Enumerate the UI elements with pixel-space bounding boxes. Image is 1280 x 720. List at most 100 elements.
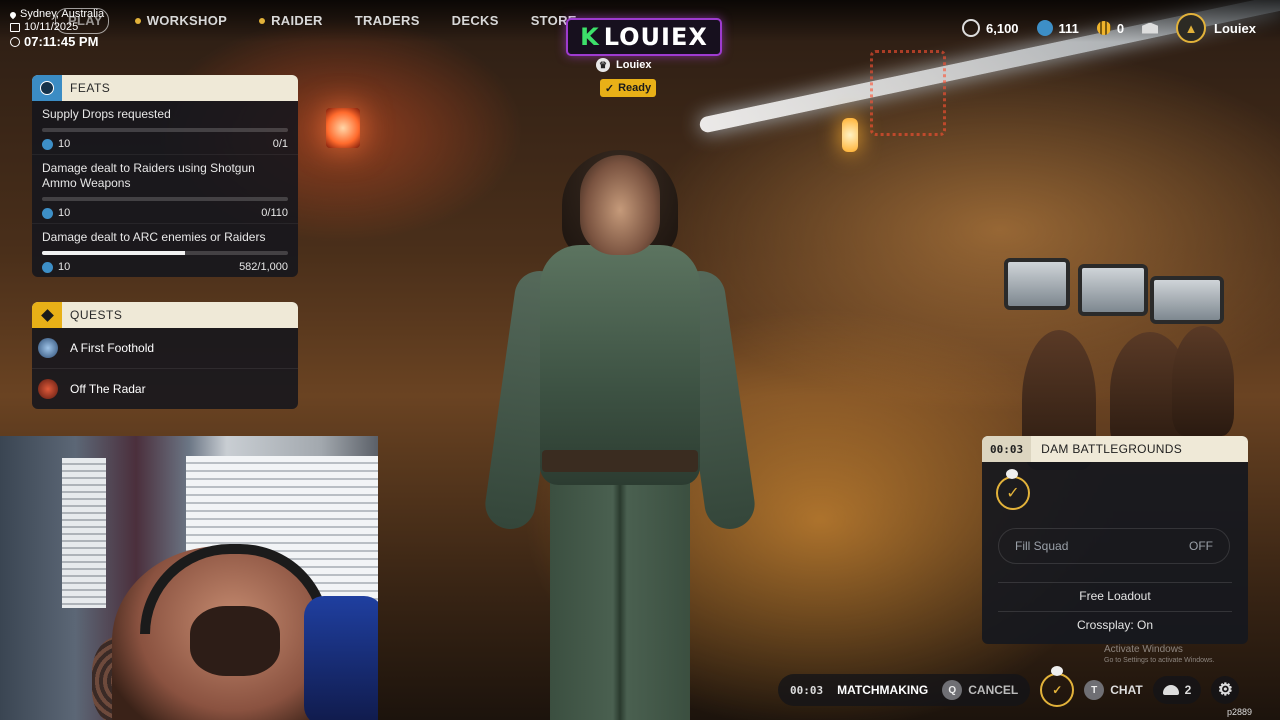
tokens-value: 111 bbox=[1058, 20, 1079, 36]
party-count: 2 bbox=[1184, 683, 1192, 697]
feat-progress: 0/1 bbox=[272, 138, 288, 150]
cancel-button[interactable]: Q CANCEL bbox=[942, 680, 1018, 700]
watermark-subtitle: Go to Settings to activate Windows. bbox=[1104, 657, 1215, 664]
token-icon bbox=[42, 261, 53, 273]
key-t-icon: T bbox=[1084, 680, 1105, 700]
squad-emblem-button[interactable]: ✓ bbox=[1040, 666, 1075, 707]
coin-icon bbox=[962, 19, 980, 37]
quest-name: Off The Radar bbox=[70, 382, 146, 396]
tokens-balance[interactable]: 111 bbox=[1036, 20, 1079, 36]
npc-figure bbox=[1172, 326, 1234, 436]
nav-play[interactable]: PLAY bbox=[68, 13, 103, 28]
bottom-bar: 00:03 MATCHMAKING Q CANCEL ✓ T CHAT 2 ⚙ bbox=[778, 666, 1252, 708]
chat-button[interactable]: T CHAT bbox=[1084, 680, 1143, 700]
crt-monitor bbox=[1004, 258, 1070, 310]
party-button[interactable]: 2 bbox=[1152, 676, 1202, 704]
nav-decks[interactable]: DECKS bbox=[452, 13, 499, 28]
currency-bar: 6,100 111 0 ▲ Louiex bbox=[962, 13, 1256, 43]
token-icon bbox=[1036, 20, 1053, 36]
build-number: p2889 bbox=[1227, 707, 1253, 717]
crown-icon: ♛ bbox=[596, 58, 610, 72]
feat-name: Damage dealt to ARC enemies or Raiders bbox=[42, 230, 266, 244]
feats-title: FEATS bbox=[70, 81, 111, 95]
divider bbox=[998, 611, 1232, 612]
crt-monitor bbox=[1078, 264, 1148, 316]
coins-balance[interactable]: 6,100 bbox=[962, 19, 1019, 37]
nav-traders[interactable]: TRADERS bbox=[355, 13, 420, 28]
main-nav: PLAY WORKSHOP RAIDER TRADERS DECKS STORE bbox=[68, 13, 577, 28]
quests-header: QUESTS bbox=[32, 302, 298, 328]
watermark-title: Activate Windows bbox=[1104, 644, 1183, 655]
ready-label: Ready bbox=[618, 82, 652, 94]
feat-reward: 10 bbox=[58, 261, 71, 273]
player-tag: ♛ Louiex bbox=[596, 58, 651, 72]
logo-text: LOUIEX bbox=[603, 23, 708, 51]
key-q-icon: Q bbox=[942, 680, 963, 700]
check-icon: ✓ bbox=[1052, 683, 1063, 697]
quest-item[interactable]: Off The Radar bbox=[32, 368, 298, 409]
mail-icon[interactable] bbox=[1142, 22, 1159, 34]
gear-icon[interactable]: ⚙ bbox=[1211, 676, 1240, 704]
notification-dot-icon bbox=[134, 17, 141, 24]
character-legs bbox=[550, 470, 690, 720]
map-name: DAM BATTLEGROUNDS bbox=[1041, 442, 1183, 456]
quests-title: QUESTS bbox=[70, 308, 123, 322]
streamer-beard bbox=[190, 606, 280, 676]
window-blinds bbox=[62, 458, 106, 608]
nav-raider[interactable]: RAIDER bbox=[259, 13, 323, 28]
quest-diamond-icon bbox=[32, 302, 62, 328]
feat-reward: 10 bbox=[58, 207, 71, 219]
feat-item[interactable]: Damage dealt to Raiders using Shotgun Am… bbox=[32, 155, 298, 224]
feat-reward: 10 bbox=[58, 138, 71, 150]
clock-icon bbox=[10, 36, 20, 47]
account-username: Louiex bbox=[1214, 20, 1256, 36]
quests-panel: QUESTS A First Foothold Off The Radar bbox=[32, 302, 298, 409]
check-icon: ✓ bbox=[1006, 485, 1020, 502]
matchmaking-header: 00:03 DAM BATTLEGROUNDS bbox=[982, 436, 1248, 462]
nav-play-label: PLAY bbox=[68, 13, 103, 28]
credits-balance[interactable]: 0 bbox=[1096, 20, 1125, 36]
credits-value: 0 bbox=[1116, 20, 1125, 36]
crown-icon bbox=[1006, 469, 1018, 479]
crt-monitor bbox=[1150, 276, 1224, 324]
blue-shirt bbox=[304, 596, 378, 720]
quest-name: A First Foothold bbox=[70, 341, 155, 355]
feat-name: Supply Drops requested bbox=[42, 107, 171, 121]
feat-progress: 0/110 bbox=[261, 207, 288, 219]
ready-badge: ✓ Ready bbox=[600, 79, 656, 97]
stream-time: 07:11:45 PM bbox=[24, 34, 99, 49]
cancel-label: CANCEL bbox=[968, 683, 1019, 697]
fill-squad-toggle[interactable]: Fill Squad OFF bbox=[998, 528, 1230, 564]
matchmaking-status: 00:03 MATCHMAKING Q CANCEL bbox=[778, 674, 1031, 706]
logo-k: K bbox=[580, 23, 600, 51]
feat-item[interactable]: Damage dealt to ARC enemies or Raiders 1… bbox=[32, 224, 298, 277]
party-icon bbox=[1162, 685, 1179, 695]
quest-item[interactable]: A First Foothold bbox=[32, 328, 298, 368]
nav-workshop[interactable]: WORKSHOP bbox=[134, 13, 227, 28]
character-head bbox=[580, 155, 660, 255]
feats-icon bbox=[32, 75, 62, 101]
account-menu[interactable]: ▲ Louiex bbox=[1176, 13, 1256, 43]
credit-icon bbox=[1096, 21, 1111, 35]
yellow-lamp bbox=[842, 118, 858, 152]
feat-item[interactable]: Supply Drops requested 10 0/1 bbox=[32, 101, 298, 155]
nav-raider-label: RAIDER bbox=[271, 13, 323, 28]
loadout-option[interactable]: Free Loadout bbox=[982, 589, 1248, 603]
quest-icon bbox=[38, 379, 58, 399]
matchmaking-timer: 00:03 bbox=[790, 683, 824, 697]
raider-character[interactable] bbox=[470, 150, 770, 720]
divider bbox=[998, 582, 1232, 583]
matchmaking-card: 00:03 DAM BATTLEGROUNDS ✓ Fill Squad OFF… bbox=[982, 436, 1248, 644]
check-icon: ✓ bbox=[604, 82, 615, 95]
chat-label: CHAT bbox=[1110, 683, 1143, 697]
nav-decks-label: DECKS bbox=[451, 13, 499, 28]
character-torso bbox=[540, 245, 700, 485]
token-icon bbox=[42, 138, 53, 150]
feats-header: FEATS bbox=[32, 75, 298, 101]
crossplay-option[interactable]: Crossplay: On bbox=[982, 618, 1248, 632]
matchmaking-timer: 00:03 bbox=[982, 436, 1032, 462]
notification-dot-icon bbox=[259, 17, 266, 24]
feat-name: Damage dealt to Raiders using Shotgun Am… bbox=[42, 161, 255, 190]
quest-icon bbox=[38, 338, 58, 358]
squad-member-emblem[interactable]: ✓ bbox=[996, 469, 1030, 510]
